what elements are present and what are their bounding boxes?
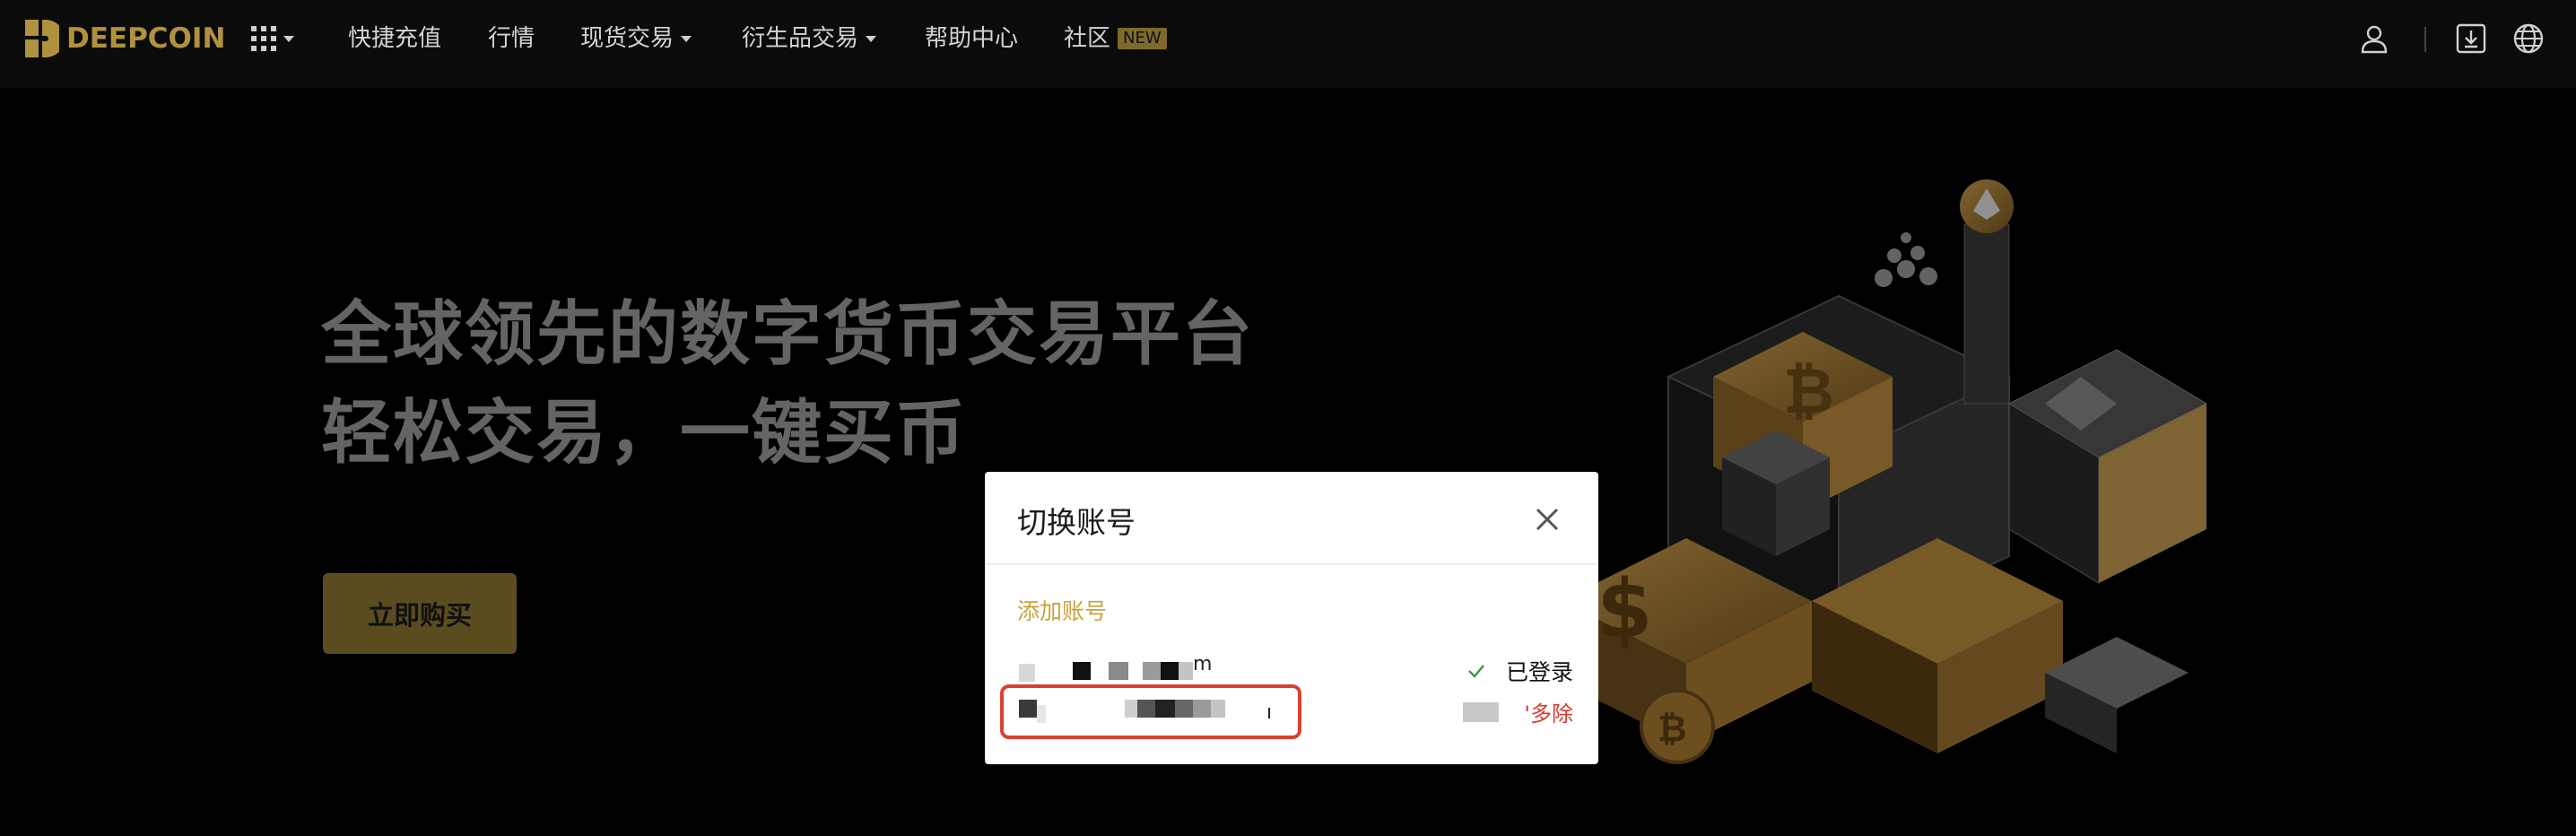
remove-account[interactable]: '多除 (1463, 696, 1573, 727)
grid-icon (251, 26, 276, 51)
redacted-block (1073, 662, 1091, 680)
nav-quick-deposit[interactable]: 快捷充值 (348, 23, 441, 54)
chevron-down-icon (681, 35, 692, 42)
nav-spot-trading[interactable]: 现货交易 (580, 23, 692, 54)
nav-label: 社区 (1064, 25, 1111, 52)
highlight-annotation (1000, 684, 1301, 739)
add-account-link[interactable]: 添加账号 (1017, 594, 1107, 626)
nav-label: 衍生品交易 (742, 25, 859, 52)
dialog-header: 切换账号 (985, 472, 1598, 565)
user-icon[interactable] (2357, 22, 2391, 56)
nav-markets[interactable]: 行情 (488, 23, 535, 54)
deepcoin-logo[interactable]: DEEPCOIN (25, 20, 225, 57)
logged-in-status: 已登录 (1466, 655, 1573, 687)
nav-label: 行情 (488, 25, 535, 52)
nav-divider (2424, 27, 2426, 52)
nav-label: 帮助中心 (925, 25, 1019, 52)
chevron-down-icon (283, 35, 294, 42)
redacted-block (1109, 662, 1128, 680)
nav-label: 快捷充值 (348, 25, 442, 52)
redacted-block (1179, 662, 1193, 680)
redacted-block (1161, 662, 1179, 680)
close-icon[interactable] (1532, 504, 1562, 535)
dialog-title: 切换账号 (1017, 505, 1136, 540)
redacted-block (1463, 701, 1500, 722)
redacted-block (1143, 662, 1162, 680)
account-name-tail: m (1193, 653, 1213, 675)
logo-mark-icon (25, 20, 59, 57)
nav-community[interactable]: 社区 NEW (1064, 23, 1167, 54)
redacted-block (1019, 664, 1035, 682)
apps-menu[interactable] (251, 23, 301, 54)
chevron-down-icon (866, 35, 877, 42)
nav-derivatives[interactable]: 衍生品交易 (742, 23, 877, 54)
nav-label: 现货交易 (580, 25, 674, 52)
download-icon[interactable] (2454, 22, 2488, 56)
new-badge: NEW (1118, 28, 1167, 49)
check-icon (1468, 665, 1484, 678)
remove-label: '多除 (1524, 701, 1573, 727)
top-nav: DEEPCOIN 快捷充值 行情 现货交易 衍生品交易 帮助中心 社区 NEW (0, 0, 2576, 88)
globe-icon[interactable] (2511, 22, 2546, 56)
logged-in-label: 已登录 (1505, 659, 1573, 685)
nav-help-center[interactable]: 帮助中心 (925, 23, 1018, 54)
account-row-current[interactable]: m 已登录 (1017, 651, 1573, 687)
logo-text: DEEPCOIN (66, 22, 226, 55)
